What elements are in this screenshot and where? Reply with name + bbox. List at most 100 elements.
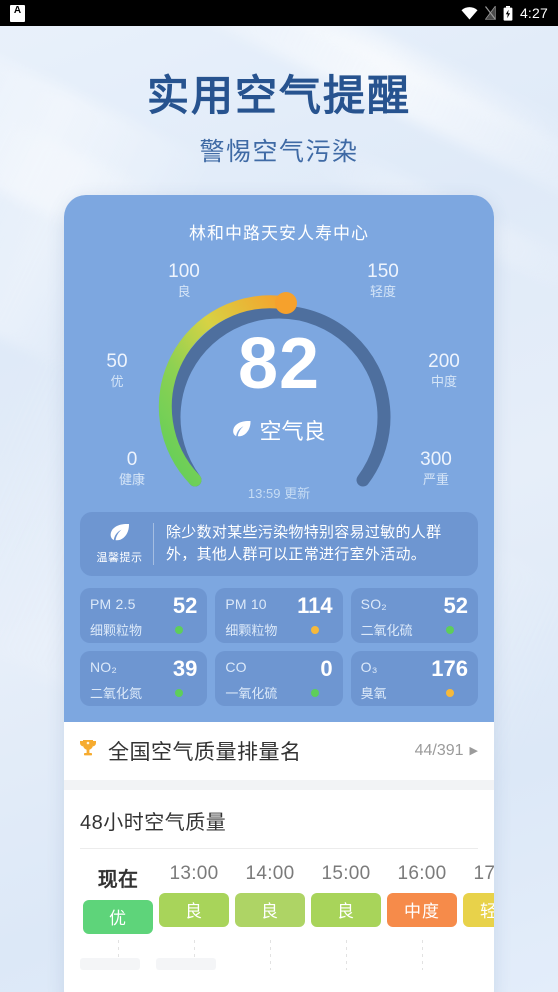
updated-time: 13:59 更新	[247, 486, 311, 501]
content-sheet: 林和中路天安人寿中心 82 空气良 0 健康 50 优 100 良 150 轻度…	[64, 195, 494, 992]
forecast-hour-label: 15:00	[321, 862, 371, 884]
pollutant-sub: 二氧化氮	[90, 686, 143, 702]
gauge-tick-value: 50	[106, 351, 128, 372]
forecast-quality-badge: 良	[311, 892, 381, 927]
page-title: 实用空气提醒	[146, 72, 411, 119]
gauge-tick-150: 150 轻度	[352, 260, 414, 300]
section-divider	[64, 779, 494, 790]
aqi-card: 林和中路天安人寿中心 82 空气良 0 健康 50 优 100 良 150 轻度…	[64, 195, 494, 722]
forecast-quality-badge: 良	[235, 892, 305, 927]
pollutant-card[interactable]: NO₂ 39 二氧化氮	[80, 650, 208, 706]
forecast-hours-strip[interactable]: 现在 优 13:00 良 14:00 良 15:00 良 16:00 中度 17…	[64, 849, 494, 934]
ranking-value-group: 44/391 ▶	[415, 742, 478, 760]
pollutant-value: 114	[297, 592, 333, 618]
app-screen: A 4:27 实用空气提醒 警惕空气污染 林和中路天安人寿中心 82 空气良 0…	[0, 0, 558, 992]
ranking-value: 44/391	[414, 741, 464, 759]
pollutant-card[interactable]: O₃ 176 臭氧	[350, 650, 478, 706]
pollutant-value: 176	[431, 655, 468, 681]
aqi-level-text: 空气良	[259, 419, 326, 444]
gauge-tick-100: 100 良	[154, 260, 214, 300]
gauge-tick-300: 300 严重	[406, 448, 466, 488]
pollutant-status-dot	[310, 688, 319, 697]
pollutant-name: O₃	[360, 658, 378, 675]
forecast-quality-badge: 轻度	[463, 892, 494, 927]
pollutant-status-dot	[310, 625, 319, 634]
pollutant-sub: 臭氧	[360, 686, 387, 702]
gauge-tick-label: 良	[177, 283, 191, 299]
pollutant-name: CO	[225, 658, 247, 675]
pollutant-sub: 细颗粒物	[90, 623, 143, 639]
chevron-right-icon: ▶	[469, 745, 478, 757]
status-bar-right: 4:27	[461, 5, 548, 21]
page-subtitle: 警惕空气污染	[199, 138, 359, 167]
health-tip-label: 温馨提示	[96, 551, 143, 564]
pollutant-name: SO₂	[360, 595, 387, 612]
forecast-quality-badge: 优	[83, 899, 153, 934]
forecast-quality-badge: 良	[159, 892, 229, 927]
pollutant-status-dot	[446, 688, 454, 697]
gauge-tick-value: 100	[168, 261, 200, 282]
pollutant-value: 52	[443, 592, 468, 618]
gauge-tick-200: 200 中度	[414, 350, 474, 390]
pollutant-card[interactable]: SO₂ 52 二氧化硫	[350, 587, 478, 643]
app-notification-icon: A	[10, 4, 25, 22]
pollutant-value: 39	[172, 655, 198, 681]
pollutant-name: NO₂	[90, 658, 118, 675]
health-tip: 温馨提示 除少数对某些污染物特别容易过敏的人群外，其他人群可以正常进行室外活动。	[80, 512, 478, 576]
forecast-grid-lines	[64, 939, 494, 970]
forecast-hour-column[interactable]: 现在 优	[80, 863, 156, 934]
pollutant-name: PM 2.5	[90, 595, 136, 612]
aqi-level: 空气良	[64, 414, 494, 446]
battery-charging-icon	[503, 5, 513, 21]
wifi-icon	[461, 6, 478, 20]
gauge-tick-50: 50 优	[89, 350, 145, 390]
forecast-hour-column[interactable]: 14:00 良	[232, 863, 308, 934]
pollutant-grid: PM 2.5 52 细颗粒物 PM 10 114 细颗粒物 SO₂ 52 二氧化…	[80, 587, 478, 706]
leaf-icon	[232, 417, 252, 443]
forecast-section: 48小时空气质量 现在 优 13:00 良 14:00 良 15:00 良 16…	[64, 789, 494, 970]
status-bar-clock: 4:27	[519, 5, 548, 21]
forecast-hour-column[interactable]: 13:00 良	[156, 863, 232, 934]
forecast-hour-column[interactable]: 16:00 中度	[384, 863, 460, 934]
pollutant-value: 52	[172, 592, 198, 618]
forecast-hour-label: 14:00	[245, 862, 295, 884]
trophy-icon	[78, 738, 98, 764]
signal-off-icon	[484, 6, 496, 20]
gauge-tick-label: 中度	[430, 373, 457, 389]
pollutant-name: PM 10	[225, 595, 267, 612]
station-name[interactable]: 林和中路天安人寿中心	[64, 207, 494, 248]
app-notification-letter: A	[13, 4, 22, 16]
gauge-tick-value: 300	[420, 449, 452, 470]
status-bar-left: A	[10, 4, 25, 22]
forecast-hour-label: 现在	[97, 868, 139, 891]
forecast-hour-label: 17:00	[473, 862, 494, 884]
gauge-tick-0: 0 健康	[104, 448, 160, 488]
pollutant-status-dot	[175, 688, 184, 697]
pollutant-card[interactable]: PM 2.5 52 细颗粒物	[80, 587, 208, 643]
pollutant-card[interactable]: PM 10 114 细颗粒物	[215, 587, 343, 643]
forecast-hour-label: 16:00	[397, 862, 447, 884]
forecast-hour-column[interactable]: 15:00 良	[308, 863, 384, 934]
ranking-title: 全国空气质量排量名	[108, 740, 302, 764]
forecast-hour-label: 13:00	[169, 862, 219, 884]
status-bar: A 4:27	[0, 0, 558, 26]
forecast-title: 48小时空气质量	[80, 811, 227, 834]
gauge-tick-label: 轻度	[369, 283, 396, 299]
gauge-tick-value: 150	[367, 261, 399, 282]
national-ranking-row[interactable]: 全国空气质量排量名 44/391 ▶	[64, 721, 494, 780]
page-header: 实用空气提醒 警惕空气污染	[0, 26, 558, 168]
pollutant-status-dot	[446, 625, 454, 634]
pollutant-card[interactable]: CO 0 一氧化硫	[215, 650, 343, 706]
pollutant-sub: 二氧化硫	[360, 623, 413, 639]
pollutant-sub: 一氧化硫	[225, 686, 278, 702]
forecast-quality-badge: 中度	[387, 892, 457, 927]
gauge-tick-value: 200	[428, 351, 460, 372]
pollutant-status-dot	[175, 625, 184, 634]
forecast-hour-column[interactable]: 17:00 轻度	[460, 863, 494, 934]
pollutant-value: 0	[320, 655, 333, 681]
health-tip-text: 除少数对某些污染物特别容易过敏的人群外，其他人群可以正常进行室外活动。	[166, 524, 442, 563]
gauge-tick-value: 0	[126, 449, 138, 470]
gauge-tick-label: 优	[110, 373, 124, 389]
health-tip-label-group: 温馨提示	[92, 522, 154, 565]
leaf-icon	[109, 523, 131, 545]
